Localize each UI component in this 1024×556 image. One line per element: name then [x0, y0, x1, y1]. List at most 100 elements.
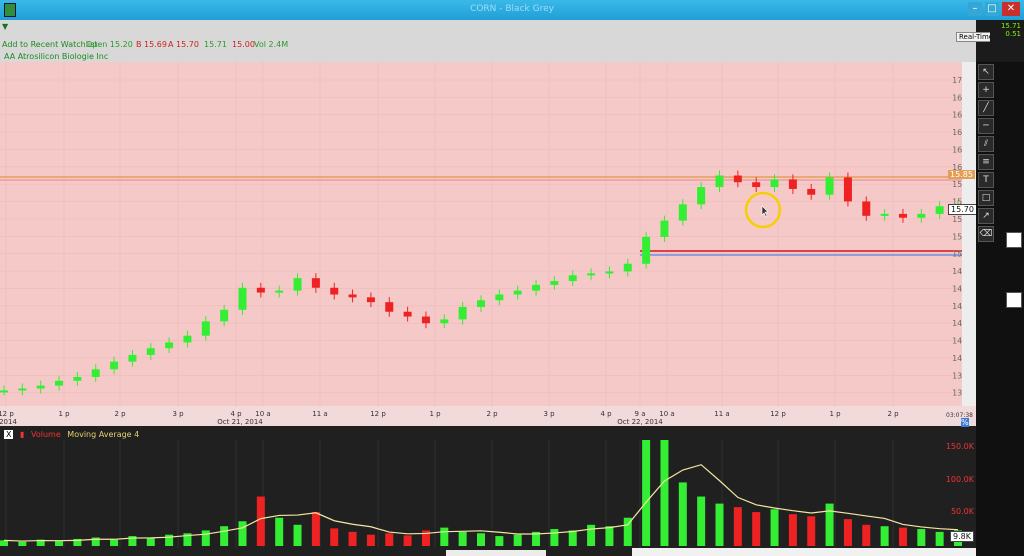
candle-body [403, 311, 412, 317]
candle-body [201, 321, 210, 336]
volume-bar [458, 531, 467, 546]
volume-bar [403, 535, 412, 546]
axis-controls: A L % F [946, 418, 976, 427]
date-label: 2014 [0, 418, 17, 426]
chart-canvas[interactable]: 17.1216.9316.7016.4816.2616.0815.9015.70… [0, 0, 1024, 556]
side-panel-toggle-2[interactable] [1006, 292, 1022, 308]
horizontal-scrollbar[interactable] [632, 548, 982, 556]
candle-body [587, 273, 596, 276]
candle-body [605, 271, 614, 274]
ma-label[interactable]: Moving Average 4 [67, 430, 139, 439]
candle-body [788, 179, 797, 189]
crosshair-tool-icon[interactable]: + [978, 82, 994, 98]
candle-body [825, 177, 834, 195]
axis-l-toggle[interactable]: L [954, 418, 958, 427]
volume-bar [220, 526, 229, 546]
candle-body [91, 369, 100, 377]
candle-body [73, 376, 82, 381]
volume-bar [366, 534, 375, 546]
time-tick-label: 9 a [635, 410, 646, 418]
candle-body [146, 348, 155, 355]
candle-body [311, 278, 320, 288]
volume-bar [825, 503, 834, 546]
axis-link-icon[interactable]: % [961, 418, 969, 427]
volume-bar [18, 541, 27, 546]
candle-body [183, 335, 192, 343]
axis-a-toggle[interactable]: A [946, 418, 951, 427]
volume-bar [238, 521, 247, 546]
candle-body [128, 354, 137, 362]
fib-tool-icon[interactable]: ≡ [978, 154, 994, 170]
candle-body [55, 380, 64, 386]
volume-bar [330, 528, 339, 546]
volume-bar [788, 514, 797, 546]
time-tick-label: 2 p [114, 410, 126, 418]
scroll-thumb[interactable] [446, 550, 546, 556]
volume-bar [843, 519, 852, 546]
candle-body [366, 297, 375, 303]
volume-bar [733, 507, 742, 546]
candle-body [898, 213, 907, 218]
cursor-tool-icon[interactable]: ↖ [978, 64, 994, 80]
date-label: Oct 22, 2014 [617, 418, 663, 426]
volume-bar [880, 526, 889, 546]
volume-label[interactable]: Volume [31, 430, 61, 439]
time-tick-label: 2 p [887, 410, 899, 418]
trendline-tool-icon[interactable]: ╱ [978, 100, 994, 116]
volume-badge: 9.8K [950, 531, 974, 542]
volume-bar [752, 512, 761, 546]
volume-bar [642, 440, 651, 546]
volume-bar [256, 496, 265, 546]
price-panel-bg [0, 62, 976, 426]
candle-body [275, 290, 284, 293]
candle-body [385, 302, 394, 312]
volume-bar [55, 541, 64, 546]
candle-body [550, 281, 559, 285]
candle-body [770, 179, 779, 188]
candle-body [917, 213, 926, 218]
candle-body [752, 182, 761, 188]
candle-body [807, 188, 816, 195]
volume-bar [293, 524, 302, 546]
time-tick-label: 1 p [429, 410, 441, 418]
candle-body [165, 342, 174, 349]
side-panel-toggle[interactable] [1006, 232, 1022, 248]
hline-tool-icon[interactable]: ─ [978, 118, 994, 134]
candle-body [843, 177, 852, 202]
time-tick-label: 12 p [0, 410, 14, 418]
drawing-toolbar: ↖ + ╱ ─ ⫽ ≡ T □ ↗ ⌫ [976, 62, 1024, 556]
candle-body [642, 236, 651, 264]
arrow-tool-icon[interactable]: ↗ [978, 208, 994, 224]
volume-bar [935, 531, 944, 546]
volume-bar [311, 512, 320, 546]
volume-bar [715, 503, 724, 546]
volume-bar [587, 524, 596, 546]
time-tick-label: 3 p [543, 410, 555, 418]
candle-body [733, 175, 742, 183]
volume-bar [201, 530, 210, 546]
volume-tick-label: 100.0K [946, 475, 975, 484]
time-tick-label: 1 p [829, 410, 841, 418]
volume-bar [477, 533, 485, 546]
price-axis-strip [962, 62, 976, 426]
volume-bar [678, 482, 687, 546]
volume-bar [348, 531, 357, 546]
volume-bar [440, 527, 449, 546]
candle-body [935, 206, 944, 214]
volume-bar [495, 536, 504, 546]
eraser-tool-icon[interactable]: ⌫ [978, 226, 994, 242]
channel-tool-icon[interactable]: ⫽ [978, 136, 994, 152]
candle-body [348, 294, 357, 298]
volume-bar [862, 524, 871, 546]
candle-body [18, 388, 27, 391]
time-tick-label: 2 p [486, 410, 498, 418]
candle-body [293, 278, 302, 291]
time-tick-label: 4 p [600, 410, 612, 418]
candle-body [495, 294, 504, 301]
panel-close-icon[interactable]: X [4, 430, 14, 439]
candle-body [678, 204, 687, 221]
text-tool-icon[interactable]: T [978, 172, 994, 188]
shape-tool-icon[interactable]: □ [978, 190, 994, 206]
candle-body [715, 175, 724, 188]
candle-body [477, 300, 485, 307]
